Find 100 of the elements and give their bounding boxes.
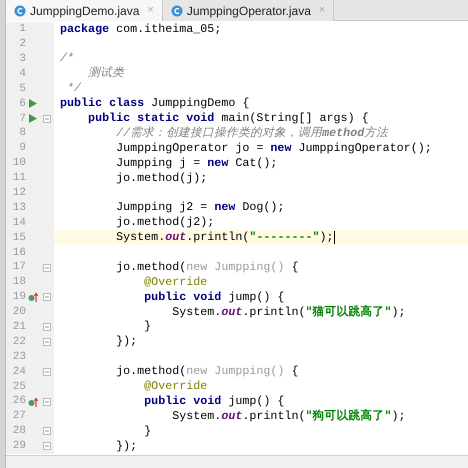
- code-token: jo.method(: [115, 363, 186, 380]
- code-token: package: [60, 20, 110, 38]
- code-token: Jumpping j2 =: [115, 199, 208, 216]
- code-token: /*: [60, 50, 74, 68]
- line-number: 25: [12, 380, 26, 395]
- code-token: "狗可以跳高了": [306, 408, 392, 425]
- code-token: jo.method(: [115, 258, 186, 276]
- line-number: 6: [18, 96, 26, 112]
- code-token: new: [270, 140, 292, 157]
- tab-label: JumppingOperator.java: [186, 2, 311, 20]
- line-number: 18: [12, 275, 26, 290]
- file-tab[interactable]: JumppingDemo.java ×: [6, 0, 163, 21]
- line-number: 20: [12, 305, 26, 320]
- line-number: 26: [12, 394, 26, 410]
- line-number: 5: [18, 82, 26, 97]
- line-number: 12: [12, 186, 26, 201]
- line-number: 28: [12, 424, 26, 440]
- line-number: 21: [12, 320, 26, 336]
- line-number: 4: [18, 66, 26, 82]
- line-number: 2: [18, 37, 26, 52]
- code-token: "猫可以跳高了": [306, 304, 392, 321]
- code-token: "--------": [249, 229, 320, 246]
- code-token: com.itheima_05;: [115, 20, 222, 38]
- code-token: }: [143, 422, 152, 440]
- code-token: JumppingDemo {: [150, 95, 250, 112]
- line-number: 13: [12, 200, 26, 216]
- override-icon[interactable]: [28, 396, 38, 407]
- fold-icon[interactable]: [43, 398, 51, 406]
- code-token: });: [115, 438, 138, 455]
- code-token: new: [207, 154, 228, 172]
- fold-icon[interactable]: [43, 264, 51, 272]
- line-number: 16: [12, 246, 26, 261]
- line-number: 9: [18, 141, 26, 156]
- line-number: 14: [12, 216, 26, 231]
- code-token: //需求：创建接口操作类的对象，调用: [115, 124, 322, 142]
- code-token: JumppingOperator();: [297, 140, 432, 157]
- code-token: new: [214, 199, 236, 216]
- code-token: out: [221, 408, 242, 425]
- fold-icon[interactable]: [43, 368, 51, 376]
- fold-icon[interactable]: [43, 442, 51, 450]
- code-token: 测试类: [87, 65, 124, 82]
- code-token: System.: [171, 304, 222, 321]
- code-token: });: [115, 333, 138, 350]
- code-token: public void: [143, 392, 222, 410]
- code-token: method: [322, 124, 364, 142]
- code-token: jump() {: [227, 288, 284, 306]
- line-number: 3: [18, 52, 26, 67]
- class-file-icon: [170, 4, 183, 16]
- code-token: */: [66, 80, 82, 98]
- run-icon[interactable]: [29, 99, 37, 108]
- code-token: {: [290, 363, 298, 380]
- override-icon[interactable]: [28, 292, 38, 302]
- line-number: 17: [12, 260, 26, 276]
- text-caret: [334, 231, 336, 244]
- line-number: 11: [12, 171, 26, 186]
- code-token: );: [392, 408, 406, 425]
- fold-icon[interactable]: [43, 323, 51, 332]
- line-number: 27: [12, 409, 26, 424]
- line-number: 8: [18, 126, 26, 142]
- class-file-icon: [14, 4, 26, 16]
- code-token: out: [221, 304, 242, 321]
- fold-icon[interactable]: [43, 338, 51, 346]
- code-token: .println(: [186, 229, 250, 246]
- code-token: @Override: [143, 274, 208, 291]
- code-token: .println(: [242, 408, 306, 425]
- code-token: public class: [60, 95, 144, 112]
- line-number: 15: [12, 230, 26, 246]
- line-number: 29: [12, 439, 26, 454]
- code-token: {: [290, 258, 298, 276]
- code-token: jo.method(j2);: [115, 214, 214, 232]
- fold-icon[interactable]: [43, 427, 51, 436]
- line-number: 23: [12, 350, 26, 365]
- code-token: );: [320, 229, 334, 246]
- code-token: main(String[] args) {: [220, 110, 369, 126]
- line-number: 7: [18, 112, 26, 127]
- code-token: JumppingOperator jo =: [115, 140, 264, 157]
- code-token: @Override: [143, 378, 208, 396]
- code-token: Cat();: [234, 154, 278, 172]
- code-token: System.: [171, 408, 222, 425]
- code-token: Dog();: [241, 199, 284, 216]
- line-number: 22: [12, 334, 26, 350]
- file-tab[interactable]: JumppingOperator.java ×: [162, 0, 334, 21]
- code-token: .println(: [242, 304, 306, 321]
- line-number: 10: [12, 156, 26, 172]
- fold-icon[interactable]: [43, 114, 51, 123]
- code-token: );: [392, 304, 406, 321]
- tab-label: JumppingDemo.java: [30, 2, 140, 20]
- code-token: jump() {: [227, 392, 284, 410]
- code-token: 方法: [364, 124, 388, 142]
- line-number: 19: [12, 290, 26, 306]
- code-token: }: [143, 318, 152, 336]
- code-token: out: [165, 229, 186, 246]
- code-token: new Jumpping(): [186, 258, 284, 276]
- line-number: 1: [18, 22, 26, 38]
- code-token: System.: [115, 229, 166, 246]
- run-icon[interactable]: [29, 114, 37, 124]
- code-token: Jumpping j =: [115, 154, 202, 172]
- code-token: jo.method(j);: [115, 170, 208, 187]
- fold-icon[interactable]: [43, 293, 51, 302]
- code-token: new Jumpping(): [186, 363, 284, 380]
